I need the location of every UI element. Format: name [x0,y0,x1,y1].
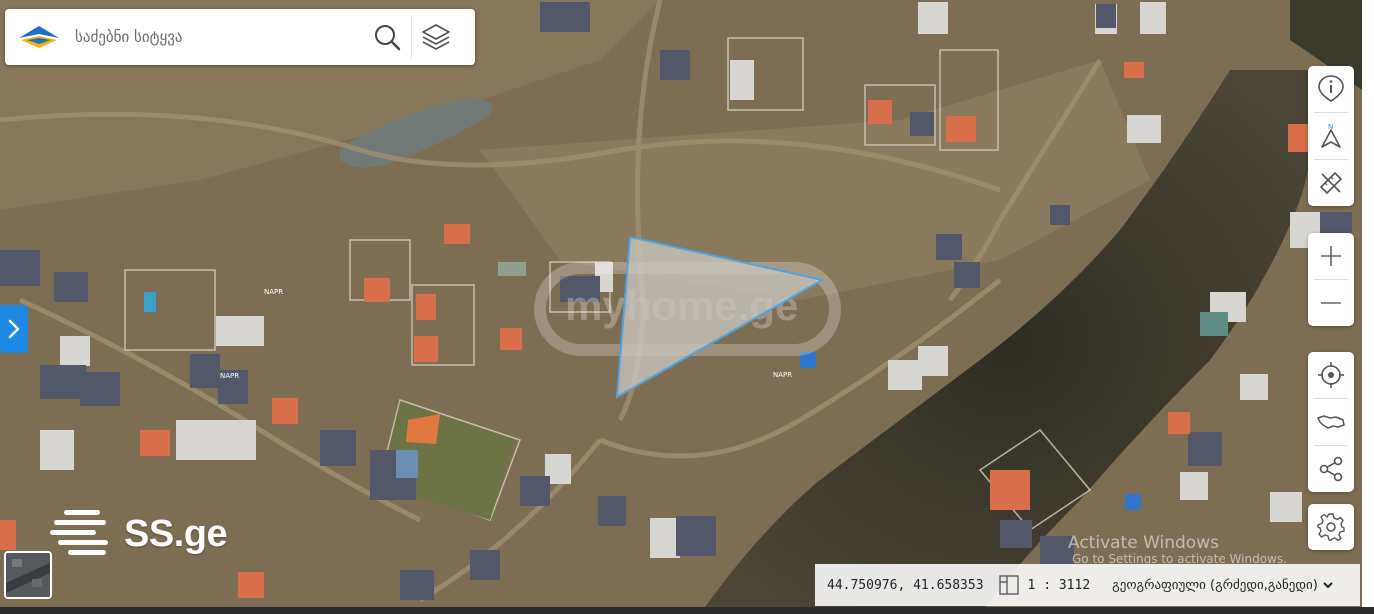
georgia-extent-button[interactable] [1308,399,1354,445]
gear-icon [1317,513,1345,542]
chevron-right-icon [8,319,20,339]
ssge-logo-icon [50,510,108,555]
page-scroll-edge [1362,0,1374,614]
north-arrow-icon: N [1321,123,1341,148]
coordinates-readout: 44.750976, 41.658353 [827,577,984,593]
search-divider [411,15,412,59]
zoom-out-button[interactable] [1308,280,1354,326]
georgia-map-icon [1317,415,1345,429]
scale-icon [998,575,1019,595]
chevron-down-icon [1323,582,1333,589]
tool-group-top: N [1308,66,1354,206]
info-icon [1318,75,1344,102]
ssge-text: SS.ge [124,512,228,555]
site-logo-icon[interactable] [17,22,61,52]
info-button[interactable] [1308,66,1354,112]
layers-icon [422,24,450,50]
parcel-label: NAPR [264,288,283,296]
measure-button[interactable] [1308,160,1354,206]
bottom-edge [0,607,1374,614]
ruler-pencil-icon [1319,171,1343,195]
zoom-in-button[interactable] [1308,233,1354,279]
tool-group-bottom [1308,352,1354,492]
parcel-label: NAPR [220,372,239,380]
scale-readout: 1 : 3112 [1027,577,1091,593]
share-button[interactable] [1308,446,1354,492]
locate-button[interactable] [1308,352,1354,398]
crs-label: გეოგრაფიული (გრძედი,განედი) [1112,577,1318,593]
settings-button[interactable] [1308,504,1354,550]
crosshair-icon [1318,362,1344,388]
ssge-watermark: SS.ge [50,508,228,560]
basemap-switcher[interactable] [4,551,52,599]
parcel-label: NAPR [773,371,792,379]
crs-selector[interactable]: გეოგრაფიული (გრძედი,განედი) [1112,578,1334,593]
search-icon [375,25,401,51]
status-bar: 44.750976, 41.658353 1 : 3112 გეოგრაფიულ… [815,564,1360,606]
layers-button[interactable] [416,17,456,57]
search-bar [5,9,475,65]
settings-group [1308,504,1354,550]
minus-icon [1321,302,1341,304]
search-input[interactable] [73,27,367,47]
north-arrow-button[interactable]: N [1308,113,1354,159]
sidebar-expand-button[interactable] [0,305,28,353]
search-button[interactable] [367,17,407,57]
zoom-controls [1308,233,1354,326]
activation-title: Activate Windows [1068,533,1219,553]
basemap-thumbnail-icon [6,553,50,597]
share-icon [1319,456,1343,482]
plus-icon [1321,246,1341,266]
os-activation-notice: Activate Windows Go to Settings to activ… [1068,533,1287,566]
